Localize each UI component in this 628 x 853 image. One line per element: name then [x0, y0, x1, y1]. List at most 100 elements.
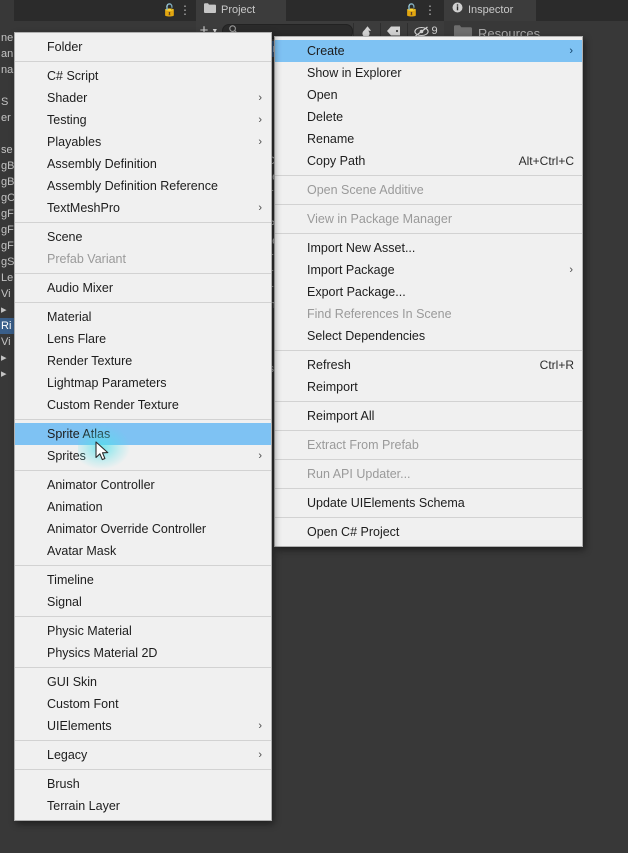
menu-item-custom-render-texture[interactable]: Custom Render Texture: [15, 394, 271, 416]
menu-item-physics-material-2d[interactable]: Physics Material 2D: [15, 642, 271, 664]
menu-item-animator-controller[interactable]: Animator Controller: [15, 474, 271, 496]
menu-item-legacy[interactable]: Legacy ›: [15, 744, 271, 766]
hierarchy-row[interactable]: ▸: [0, 302, 14, 318]
hierarchy-row[interactable]: Vi: [0, 334, 14, 350]
menu-item-sprite-atlas[interactable]: Sprite Atlas: [15, 423, 271, 445]
hierarchy-row[interactable]: Le: [0, 270, 14, 286]
menu-item-scene[interactable]: Scene: [15, 226, 271, 248]
menu-item-label: Open: [307, 88, 338, 102]
chevron-right-icon: ›: [258, 202, 262, 214]
menu-item-label: Reimport All: [307, 409, 375, 423]
menu-item-playables[interactable]: Playables ›: [15, 131, 271, 153]
menu-item-folder[interactable]: Folder: [15, 36, 271, 58]
menu-separator: [15, 740, 271, 741]
menu-separator: [275, 459, 582, 460]
menu-item-import-package[interactable]: Import Package ›: [275, 259, 582, 281]
menu-item-label: Timeline: [47, 573, 94, 587]
menu-item-import-new-asset[interactable]: Import New Asset...: [275, 237, 582, 259]
menu-item-label: Reimport: [307, 380, 358, 394]
hierarchy-row[interactable]: gF: [0, 222, 14, 238]
asset-context-menu[interactable]: Create › Show in Explorer Open Delete Rename C…: [274, 36, 583, 547]
menu-item-assembly-definition[interactable]: Assembly Definition: [15, 153, 271, 175]
hierarchy-row[interactable]: gC: [0, 190, 14, 206]
menu-item-label: Open C# Project: [307, 525, 400, 539]
menu-item-open-scene-additive: Open Scene Additive: [275, 179, 582, 201]
kebab-menu-icon[interactable]: ⋮: [178, 3, 192, 18]
menu-item-label: TextMeshPro: [47, 201, 120, 215]
hierarchy-row[interactable]: gF: [0, 206, 14, 222]
hierarchy-row[interactable]: S: [0, 94, 14, 110]
menu-item-material[interactable]: Material: [15, 306, 271, 328]
menu-item-label: Delete: [307, 110, 344, 124]
menu-item-testing[interactable]: Testing ›: [15, 109, 271, 131]
hierarchy-row[interactable]: se: [0, 142, 14, 158]
menu-item-c-script[interactable]: C# Script: [15, 65, 271, 87]
tab-inspector[interactable]: Inspector: [444, 0, 536, 21]
hierarchy-row[interactable]: er: [0, 110, 14, 126]
menu-item-assembly-definition-reference[interactable]: Assembly Definition Reference: [15, 175, 271, 197]
menu-item-audio-mixer[interactable]: Audio Mixer: [15, 277, 271, 299]
menu-item-animator-override-controller[interactable]: Animator Override Controller: [15, 518, 271, 540]
hierarchy-row[interactable]: Ri: [0, 318, 14, 334]
hierarchy-row[interactable]: Vi: [0, 286, 14, 302]
menu-item-uielements[interactable]: UIElements ›: [15, 715, 271, 737]
hierarchy-row[interactable]: ne: [0, 30, 14, 46]
menu-item-lens-flare[interactable]: Lens Flare: [15, 328, 271, 350]
menu-item-label: Audio Mixer: [47, 281, 113, 295]
menu-item-label: Brush: [47, 777, 80, 791]
menu-item-open-c-project[interactable]: Open C# Project: [275, 521, 582, 543]
menu-separator: [15, 470, 271, 471]
menu-item-timeline[interactable]: Timeline: [15, 569, 271, 591]
create-submenu[interactable]: Folder C# Script Shader › Testing › Playables ›…: [14, 32, 272, 821]
lock-icon[interactable]: 🔓: [162, 3, 177, 18]
menu-item-shader[interactable]: Shader ›: [15, 87, 271, 109]
menu-item-signal[interactable]: Signal: [15, 591, 271, 613]
hierarchy-row[interactable]: [0, 78, 14, 94]
menu-item-label: Avatar Mask: [47, 544, 117, 558]
menu-separator: [275, 350, 582, 351]
menu-item-delete[interactable]: Delete: [275, 106, 582, 128]
menu-item-reimport-all[interactable]: Reimport All: [275, 405, 582, 427]
menu-item-export-package[interactable]: Export Package...: [275, 281, 582, 303]
menu-separator: [15, 222, 271, 223]
menu-item-open[interactable]: Open: [275, 84, 582, 106]
project-lock-icon[interactable]: 🔓: [404, 3, 419, 18]
menu-item-terrain-layer[interactable]: Terrain Layer: [15, 795, 271, 817]
menu-item-label: Rename: [307, 132, 355, 146]
menu-item-avatar-mask[interactable]: Avatar Mask: [15, 540, 271, 562]
tab-project[interactable]: Project: [196, 0, 286, 21]
menu-item-physic-material[interactable]: Physic Material: [15, 620, 271, 642]
menu-item-textmeshpro[interactable]: TextMeshPro ›: [15, 197, 271, 219]
menu-item-copy-path[interactable]: Copy Path Alt+Ctrl+C: [275, 150, 582, 172]
menu-separator: [15, 667, 271, 668]
hierarchy-row[interactable]: ▸: [0, 350, 14, 366]
menu-item-custom-font[interactable]: Custom Font: [15, 693, 271, 715]
menu-item-sprites[interactable]: Sprites ›: [15, 445, 271, 467]
project-kebab-icon[interactable]: ⋮: [423, 3, 437, 18]
hierarchy-row[interactable]: gS: [0, 254, 14, 270]
menu-item-brush[interactable]: Brush: [15, 773, 271, 795]
menu-item-render-texture[interactable]: Render Texture: [15, 350, 271, 372]
hierarchy-row[interactable]: gF: [0, 238, 14, 254]
menu-item-refresh[interactable]: Refresh Ctrl+R: [275, 354, 582, 376]
hierarchy-row[interactable]: [0, 126, 14, 142]
hierarchy-panel-sliver[interactable]: ne an na Ser se gB gB gC gF gF gF gS Le Vi ▸ Ri Vi ▸ ▸: [0, 0, 14, 853]
hierarchy-row[interactable]: na: [0, 62, 14, 78]
menu-item-show-in-explorer[interactable]: Show in Explorer: [275, 62, 582, 84]
hierarchy-row[interactable]: ▸: [0, 366, 14, 382]
chevron-right-icon: ›: [258, 450, 262, 462]
menu-item-reimport[interactable]: Reimport: [275, 376, 582, 398]
hierarchy-row[interactable]: gB: [0, 158, 14, 174]
menu-item-gui-skin[interactable]: GUI Skin: [15, 671, 271, 693]
menu-item-update-uielements-schema[interactable]: Update UIElements Schema: [275, 492, 582, 514]
menu-item-lightmap-parameters[interactable]: Lightmap Parameters: [15, 372, 271, 394]
menu-item-rename[interactable]: Rename: [275, 128, 582, 150]
hierarchy-row[interactable]: an: [0, 46, 14, 62]
tab-inspector-label: Inspector: [468, 4, 514, 16]
menu-item-label: Legacy: [47, 748, 88, 762]
menu-item-animation[interactable]: Animation: [15, 496, 271, 518]
menu-item-create[interactable]: Create ›: [275, 40, 582, 62]
menu-item-select-dependencies[interactable]: Select Dependencies: [275, 325, 582, 347]
hierarchy-row[interactable]: gB: [0, 174, 14, 190]
menu-item-label: Render Texture: [47, 354, 133, 368]
